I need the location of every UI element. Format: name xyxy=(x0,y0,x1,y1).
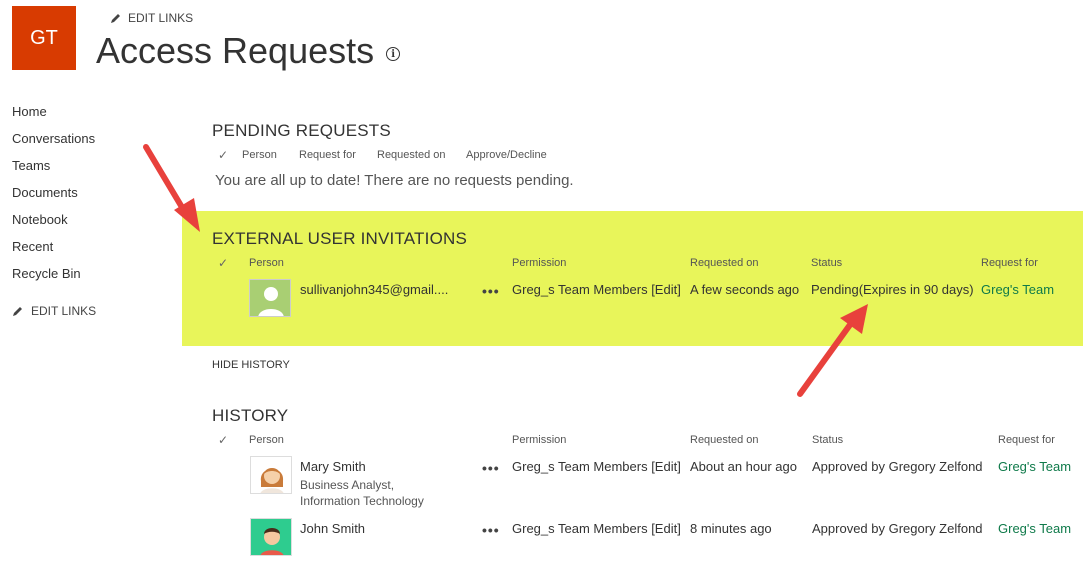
history-row-1-requested-on: About an hour ago xyxy=(690,459,797,474)
hide-history-button[interactable]: HIDE HISTORY xyxy=(212,359,290,371)
history-row-2-status: Approved by Gregory Zelfond xyxy=(812,521,983,536)
edit-links-top-label: EDIT LINKS xyxy=(128,11,194,25)
history-header-permission[interactable]: Permission xyxy=(512,434,566,446)
history-row-2-person[interactable]: John Smith xyxy=(300,521,365,536)
pending-header-approve-decline[interactable]: Approve/Decline xyxy=(466,149,547,161)
external-header-person[interactable]: Person xyxy=(249,257,284,269)
history-row-1-subtitle-1: Business Analyst, xyxy=(300,478,395,492)
nav-item-conversations[interactable]: Conversations xyxy=(12,130,172,157)
history-select-all-check-icon[interactable]: ✓ xyxy=(218,433,228,447)
nav-item-teams[interactable]: Teams xyxy=(12,157,172,184)
pencil-icon xyxy=(111,14,120,23)
male-user-icon xyxy=(260,528,284,555)
info-icon[interactable]: i xyxy=(386,47,401,61)
edit-links-top-button[interactable]: EDIT LINKS xyxy=(110,11,193,25)
external-header-request-for[interactable]: Request for xyxy=(981,257,1038,269)
john-smith-avatar xyxy=(250,518,292,556)
generic-user-avatar xyxy=(249,279,291,317)
nav-item-documents[interactable]: Documents xyxy=(12,184,172,211)
pending-requests-title: PENDING REQUESTS xyxy=(212,121,391,140)
logo-text: GT xyxy=(30,26,58,49)
external-select-all-check-icon[interactable]: ✓ xyxy=(218,256,228,270)
external-row-person[interactable]: sullivanjohn345@gmail.... xyxy=(300,282,448,297)
history-row-2-more-options-icon[interactable]: ••• xyxy=(482,522,500,538)
nav-item-home[interactable]: Home xyxy=(12,103,172,130)
history-row-1-request-for-link[interactable]: Greg's Team xyxy=(998,459,1071,474)
mary-smith-avatar xyxy=(250,456,292,494)
history-row-1-status: Approved by Gregory Zelfond xyxy=(812,459,983,474)
history-row-2-permission[interactable]: Greg_s Team Members [Edit] xyxy=(512,521,681,536)
history-header-status[interactable]: Status xyxy=(812,434,843,446)
external-header-requested-on[interactable]: Requested on xyxy=(690,257,759,269)
pending-empty-message: You are all up to date! There are no req… xyxy=(215,172,574,189)
external-header-status[interactable]: Status xyxy=(811,257,842,269)
external-row-status: Pending(Expires in 90 days) xyxy=(811,282,974,297)
nav-item-recent[interactable]: Recent xyxy=(12,238,172,265)
pending-header-requested-on[interactable]: Requested on xyxy=(377,149,446,161)
external-header-permission[interactable]: Permission xyxy=(512,257,566,269)
external-row-more-options-icon[interactable]: ••• xyxy=(482,283,500,299)
female-user-icon xyxy=(260,468,284,493)
history-row-1-subtitle-2: Information Technology xyxy=(300,494,424,508)
history-row-1-permission[interactable]: Greg_s Team Members [Edit] xyxy=(512,459,681,474)
pending-select-all-check-icon[interactable]: ✓ xyxy=(218,148,228,162)
history-header-person[interactable]: Person xyxy=(249,434,284,446)
history-title: HISTORY xyxy=(212,406,289,425)
external-row-request-for-link[interactable]: Greg's Team xyxy=(981,282,1054,297)
pending-header-person[interactable]: Person xyxy=(242,149,277,161)
external-row-permission[interactable]: Greg_s Team Members [Edit] xyxy=(512,282,681,297)
site-logo[interactable]: GT xyxy=(12,6,76,70)
left-navigation: Home Conversations Teams Documents Noteb… xyxy=(12,103,172,318)
history-row-2-request-for-link[interactable]: Greg's Team xyxy=(998,521,1071,536)
history-row-1-more-options-icon[interactable]: ••• xyxy=(482,460,500,476)
external-row-requested-on: A few seconds ago xyxy=(690,282,800,297)
page-title: Access Requests i xyxy=(96,30,401,72)
nav-item-recycle-bin[interactable]: Recycle Bin xyxy=(12,265,172,292)
nav-edit-links-button[interactable]: EDIT LINKS xyxy=(12,304,172,318)
user-placeholder-icon xyxy=(258,287,284,316)
external-invitations-title: EXTERNAL USER INVITATIONS xyxy=(212,229,468,248)
page-title-text: Access Requests xyxy=(96,30,375,71)
history-header-requested-on[interactable]: Requested on xyxy=(690,434,759,446)
history-row-1-person[interactable]: Mary Smith xyxy=(300,459,366,474)
nav-edit-links-label: EDIT LINKS xyxy=(31,304,97,318)
pending-header-request-for[interactable]: Request for xyxy=(299,149,356,161)
pencil-icon xyxy=(13,307,22,316)
history-row-2-requested-on: 8 minutes ago xyxy=(690,521,772,536)
history-header-request-for[interactable]: Request for xyxy=(998,434,1055,446)
nav-item-notebook[interactable]: Notebook xyxy=(12,211,172,238)
